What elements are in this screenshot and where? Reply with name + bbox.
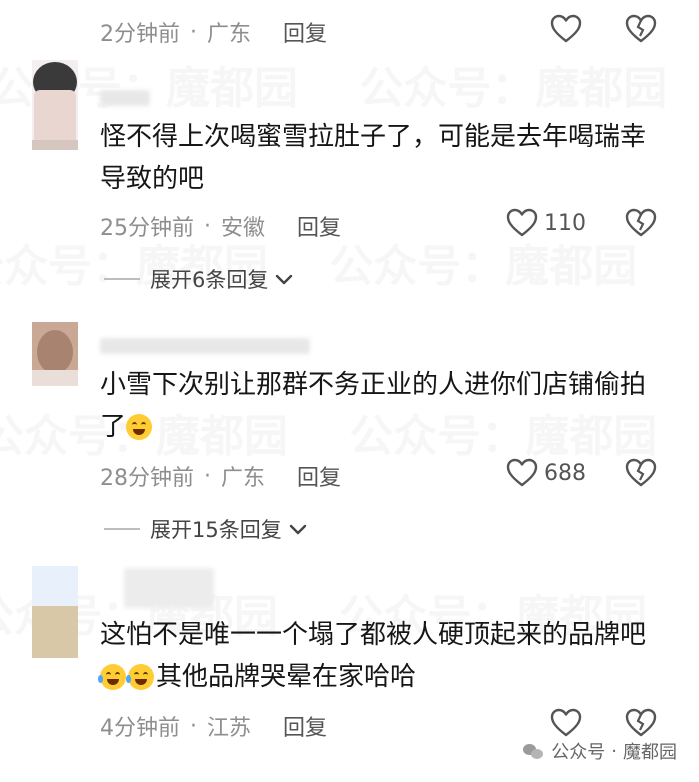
meta-dot: · bbox=[204, 463, 211, 489]
account-name: 魔都园 bbox=[623, 742, 677, 763]
chevron-down-icon bbox=[288, 517, 308, 541]
expand-label: 展开15条回复 bbox=[150, 518, 282, 542]
like-button[interactable] bbox=[550, 14, 582, 44]
laughing-tears-emoji bbox=[98, 664, 126, 690]
username-blurred[interactable] bbox=[100, 338, 310, 354]
dislike-button[interactable] bbox=[625, 208, 657, 238]
laughing-tears-emoji bbox=[126, 664, 154, 690]
reply-button[interactable]: 回复 bbox=[283, 16, 327, 48]
comment-meta: 28分钟前 · 广东 回复 bbox=[100, 460, 341, 492]
like-count: 688 bbox=[544, 460, 586, 486]
reply-button[interactable]: 回复 bbox=[297, 460, 341, 492]
like-button[interactable]: 110 bbox=[506, 208, 586, 238]
expand-replies-button[interactable]: 展开6条回复 bbox=[104, 264, 294, 294]
comment-text: 小雪下次别让那群不务正业的人进你们店铺偷拍了 bbox=[100, 364, 670, 448]
dislike-button[interactable] bbox=[625, 14, 657, 44]
watermark: 公众号：魔都园 公众号：魔都园 bbox=[0, 52, 689, 116]
avatar[interactable] bbox=[32, 566, 78, 658]
comment-location: 广东 bbox=[221, 466, 266, 491]
comment-text-body: 小雪下次别让那群不务正业的人进你们店铺偷拍了 bbox=[100, 370, 647, 442]
comment-time: 4分钟前 bbox=[100, 716, 180, 741]
comment-time: 28分钟前 bbox=[100, 466, 194, 491]
meta-dot: · bbox=[190, 713, 197, 739]
username-blurred[interactable] bbox=[100, 90, 150, 106]
like-button[interactable]: 688 bbox=[506, 458, 586, 488]
username-blurred[interactable] bbox=[124, 568, 214, 608]
broken-heart-icon bbox=[625, 208, 657, 238]
comment-text-body: 这怕不是唯一一个塌了都被人硬顶起来的品牌吧 bbox=[100, 620, 647, 650]
heart-outline-icon bbox=[550, 708, 582, 738]
comment-list: 公众号：魔都园 公众号：魔都园 公众号：魔都园 公众号：魔都园 公众号：魔都园 … bbox=[0, 0, 699, 782]
dislike-button[interactable] bbox=[625, 708, 657, 738]
chevron-down-icon bbox=[274, 267, 294, 291]
avatar[interactable] bbox=[32, 60, 78, 150]
like-button[interactable] bbox=[550, 708, 582, 738]
account-watermark: 公众号 · 魔都园 bbox=[523, 738, 677, 764]
comment-meta: 2分钟前 · 广东 回复 bbox=[100, 16, 327, 48]
wechat-icon bbox=[523, 742, 545, 760]
account-separator: · bbox=[611, 740, 617, 762]
dislike-button[interactable] bbox=[625, 458, 657, 488]
comment-text: 这怕不是唯一一个塌了都被人硬顶起来的品牌吧其他品牌哭晕在家哈哈 bbox=[98, 614, 670, 698]
meta-dot: · bbox=[204, 213, 211, 239]
reply-button[interactable]: 回复 bbox=[283, 710, 327, 742]
comment-time: 25分钟前 bbox=[100, 216, 194, 241]
expand-label: 展开6条回复 bbox=[150, 268, 269, 292]
heart-outline-icon bbox=[506, 208, 538, 238]
account-prefix: 公众号 bbox=[551, 742, 606, 763]
comment-location: 安徽 bbox=[221, 216, 266, 241]
heart-outline-icon bbox=[550, 14, 582, 44]
broken-heart-icon bbox=[625, 708, 657, 738]
comment-text-tail: 其他品牌哭晕在家哈哈 bbox=[156, 662, 417, 692]
like-count: 110 bbox=[544, 210, 586, 236]
comment-location: 江苏 bbox=[207, 716, 252, 741]
comment-meta: 25分钟前 · 安徽 回复 bbox=[100, 210, 341, 242]
broken-heart-icon bbox=[625, 14, 657, 44]
expand-replies-button[interactable]: 展开15条回复 bbox=[104, 514, 308, 544]
comment-time: 2分钟前 bbox=[100, 22, 180, 47]
broken-heart-icon bbox=[625, 458, 657, 488]
avatar[interactable] bbox=[32, 322, 78, 386]
comment-location: 广东 bbox=[207, 22, 252, 47]
comment-meta: 4分钟前 · 江苏 回复 bbox=[100, 710, 327, 742]
expand-divider bbox=[104, 278, 140, 280]
meta-dot: · bbox=[190, 19, 197, 45]
hugging-face-emoji bbox=[126, 414, 153, 440]
heart-outline-icon bbox=[506, 458, 538, 488]
comment-text: 怪不得上次喝蜜雪拉肚子了，可能是去年喝瑞幸导致的吧 bbox=[100, 122, 647, 194]
expand-divider bbox=[104, 528, 140, 530]
reply-button[interactable]: 回复 bbox=[297, 210, 341, 242]
